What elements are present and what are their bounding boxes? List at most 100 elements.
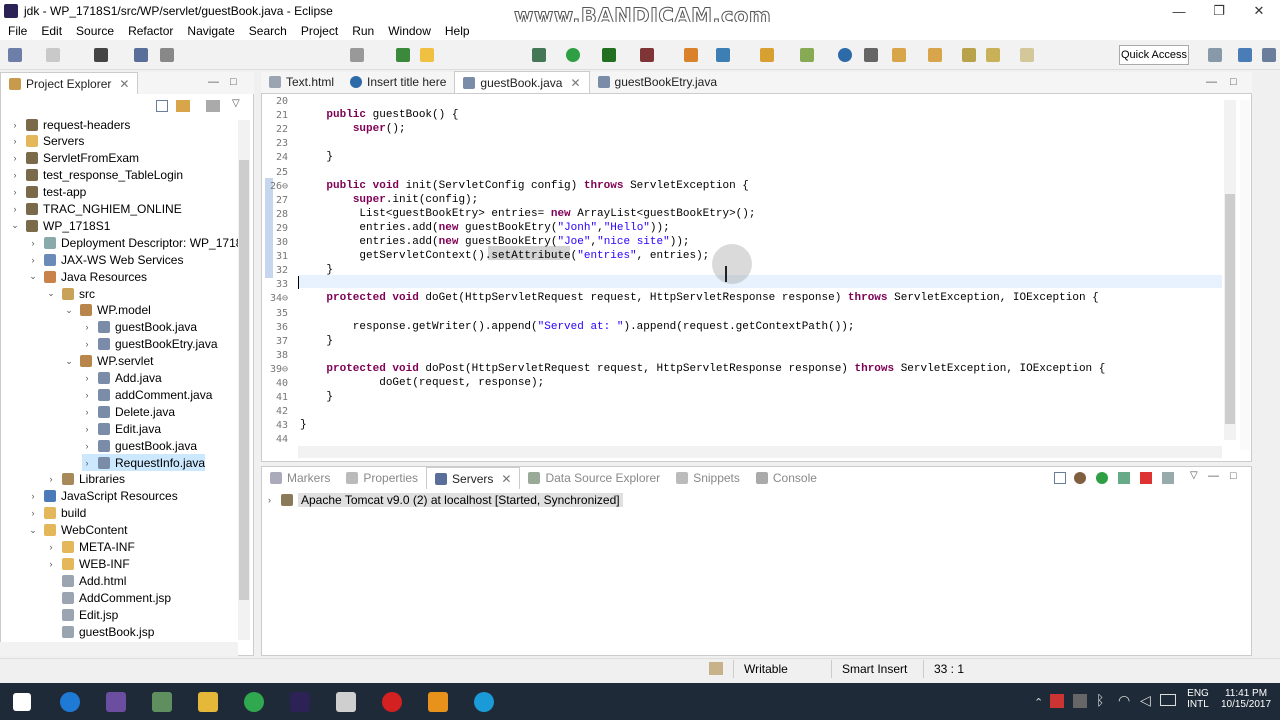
stop-server-icon[interactable]	[1140, 472, 1152, 484]
chevron-right-icon[interactable]: ›	[82, 458, 92, 468]
open-perspective-icon[interactable]	[1208, 48, 1222, 62]
chevron-down-icon[interactable]: ⌄	[64, 356, 74, 367]
chevron-right-icon[interactable]: ›	[82, 373, 92, 383]
chevron-right-icon[interactable]: ›	[10, 204, 20, 214]
chevron-right-icon[interactable]: ›	[28, 255, 38, 265]
tree-item[interactable]: › guestBook.java	[82, 319, 198, 336]
tray-v-icon[interactable]	[1050, 694, 1064, 708]
tray-app-icon[interactable]	[1073, 694, 1087, 708]
minimize-view-icon[interactable]: —	[1208, 470, 1219, 482]
maximize-view-icon[interactable]: □	[230, 76, 237, 88]
debug-server-icon[interactable]	[1074, 472, 1086, 484]
code-line[interactable]: getServletContext().setAttribute("entrie…	[300, 250, 709, 262]
clock[interactable]: 11:41 PM 10/15/2017	[1218, 688, 1274, 710]
chevron-right-icon[interactable]: ›	[82, 339, 92, 349]
chevron-down-icon[interactable]: ⌄	[46, 288, 56, 299]
forward-icon[interactable]	[1020, 48, 1034, 62]
tree-item[interactable]: › test-app	[10, 184, 87, 201]
tree-item[interactable]: ⌄ WP.model	[64, 302, 151, 319]
tab-servers[interactable]: Servers ✕	[426, 467, 521, 489]
profile-server-icon[interactable]	[1118, 472, 1130, 484]
chevron-down-icon[interactable]: ⌄	[28, 525, 38, 536]
tree-item[interactable]: ⌄ WP_1718S1	[10, 217, 110, 234]
maximize-view-icon[interactable]: □	[1230, 470, 1237, 482]
last-edit-icon[interactable]	[962, 48, 976, 62]
chevron-right-icon[interactable]: ›	[28, 238, 38, 248]
menu-edit[interactable]: Edit	[35, 24, 70, 38]
tab-project-explorer[interactable]: Project Explorer ✕	[0, 72, 139, 94]
close-icon[interactable]: ✕	[570, 76, 580, 90]
tab-properties[interactable]: Properties	[338, 467, 426, 489]
bluetooth-icon[interactable]: ᛒ	[1096, 692, 1104, 708]
close-icon[interactable]: ✕	[501, 472, 511, 486]
chevron-right-icon[interactable]: ›	[82, 390, 92, 400]
tree-item[interactable]: › Deployment Descriptor: WP_1718S1	[28, 234, 241, 251]
chevron-right-icon[interactable]: ›	[10, 187, 20, 197]
tree-item[interactable]: › RequestInfo.java	[82, 454, 206, 471]
editor-vscrollbar-thumb[interactable]	[1225, 194, 1235, 424]
debug-icon[interactable]	[532, 48, 546, 62]
back-icon[interactable]	[986, 48, 1000, 62]
code-line[interactable]: }	[300, 391, 333, 403]
menu-source[interactable]: Source	[70, 24, 122, 38]
java-perspective-icon[interactable]	[1262, 48, 1276, 62]
server-row[interactable]: › Apache Tomcat v9.0 (2) at localhost [S…	[268, 493, 623, 507]
code-line[interactable]: }	[300, 264, 333, 276]
close-icon[interactable]: ✕	[119, 77, 129, 91]
publish-icon[interactable]	[1162, 472, 1174, 484]
link-with-editor-icon[interactable]	[176, 100, 190, 112]
tree-item[interactable]: › Delete.java	[82, 403, 176, 420]
code-line[interactable]: protected void doPost(HttpServletRequest…	[300, 363, 1105, 375]
tree-item[interactable]: › WEB-INF	[46, 555, 130, 572]
code-line[interactable]: }	[300, 335, 333, 347]
editor-hscrollbar[interactable]	[298, 446, 1222, 458]
visual-studio-icon[interactable]	[106, 692, 126, 712]
search-icon[interactable]	[800, 48, 814, 62]
tab-guestbook-java[interactable]: guestBook.java ✕	[454, 71, 590, 93]
tree-item[interactable]: › test_response_TableLogin	[10, 167, 184, 184]
wifi-icon[interactable]: ◠	[1118, 692, 1130, 709]
web-browser-icon[interactable]	[838, 48, 852, 62]
run-icon[interactable]	[566, 48, 580, 62]
menu-run[interactable]: Run	[346, 24, 382, 38]
code-line[interactable]: List<guestBookEtry> entries= new ArrayLi…	[300, 208, 755, 220]
chevron-right-icon[interactable]: ›	[82, 322, 92, 332]
start-server-icon[interactable]	[1096, 472, 1108, 484]
tree-item[interactable]: › Add.java	[82, 370, 162, 387]
eclipse-taskbar-icon[interactable]	[290, 692, 310, 712]
tab-console[interactable]: Console	[748, 467, 825, 489]
terminal-icon[interactable]	[134, 48, 148, 62]
menu-window[interactable]: Window	[382, 24, 439, 38]
tree-scrollbar-thumb[interactable]	[239, 160, 249, 600]
chevron-down-icon[interactable]: ⌄	[10, 220, 20, 231]
tab-guestbooketry-java[interactable]: guestBookEtry.java	[590, 71, 726, 93]
tab-snippets[interactable]: Snippets	[668, 467, 748, 489]
chrome-icon[interactable]	[244, 692, 264, 712]
quick-access-input[interactable]: Quick Access	[1119, 45, 1189, 65]
tree-item[interactable]: ⌄ Java Resources	[28, 268, 147, 285]
tree-item[interactable]: › Edit.java	[82, 420, 162, 437]
tree-item[interactable]: ⌄ WebContent	[28, 522, 127, 539]
tree-item[interactable]: › Servers	[10, 133, 85, 150]
tree-item[interactable]: › build	[28, 505, 87, 522]
new-java-project-icon[interactable]	[684, 48, 698, 62]
code-line[interactable]: protected void doGet(HttpServletRequest …	[300, 292, 1098, 304]
chevron-right-icon[interactable]: ›	[82, 441, 92, 451]
tree-item[interactable]: › guestBook.java	[82, 437, 198, 454]
chevron-right-icon[interactable]: ›	[10, 120, 20, 130]
menu-project[interactable]: Project	[295, 24, 346, 38]
tree-item[interactable]: › META-INF	[46, 539, 135, 556]
snipping-tool-icon[interactable]	[152, 692, 172, 712]
tree-item[interactable]: › TRAC_NGHIEM_ONLINE	[10, 201, 182, 218]
tree-item[interactable]: guestBook.jsp	[46, 623, 154, 640]
tree-item[interactable]: › request-headers	[10, 116, 131, 133]
perspective-icon[interactable]	[94, 48, 108, 62]
maximize-editor-icon[interactable]: □	[1230, 76, 1237, 88]
minimize-editor-icon[interactable]: —	[1206, 76, 1217, 88]
chevron-up-icon[interactable]: ⌃	[1034, 696, 1043, 709]
chevron-right-icon[interactable]: ›	[82, 424, 92, 434]
code-line[interactable]: public void init(ServletConfig config) t…	[300, 180, 749, 192]
tree-item[interactable]: › addComment.java	[82, 386, 213, 403]
focus-on-workset-icon[interactable]	[206, 100, 220, 112]
chevron-down-icon[interactable]: ⌄	[64, 305, 74, 316]
